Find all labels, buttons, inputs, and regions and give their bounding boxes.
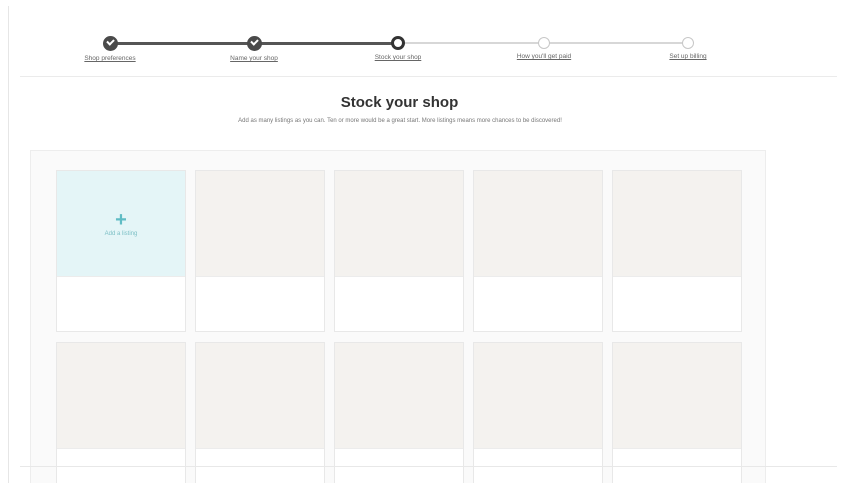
listing-card-footer [196, 277, 324, 331]
listing-placeholder-card [195, 342, 325, 483]
listing-placeholder-card [334, 170, 464, 332]
listing-card-footer [57, 277, 185, 331]
step-set-up-billing[interactable]: Set up billing [628, 34, 748, 60]
listing-card-footer [613, 277, 741, 331]
page-subtitle: Add as many listings as you can. Ten or … [238, 118, 562, 124]
step-label[interactable]: Name your shop [194, 55, 314, 62]
listing-image-placeholder [335, 343, 463, 449]
add-listing-card[interactable]: + Add a listing [56, 170, 186, 332]
listing-card-footer [474, 277, 602, 331]
listing-image-placeholder [613, 343, 741, 449]
listing-placeholder-card [473, 342, 603, 483]
listing-image-placeholder [474, 171, 602, 277]
header-divider [20, 76, 837, 77]
step-label[interactable]: How you'll get paid [484, 53, 604, 60]
step-label[interactable]: Stock your shop [338, 54, 458, 61]
plus-icon: + [115, 208, 127, 231]
add-listing-label: Add a listing [104, 230, 138, 237]
listing-card-footer [335, 277, 463, 331]
listing-placeholder-card [612, 170, 742, 332]
listing-placeholder-card [473, 170, 603, 332]
step-how-youll-get-paid[interactable]: How you'll get paid [484, 34, 604, 60]
listing-image-placeholder [335, 171, 463, 277]
check-icon [246, 36, 262, 51]
progress-stepper: Shop preferences Name your shop Stock yo… [62, 34, 742, 68]
step-label[interactable]: Set up billing [628, 53, 748, 60]
listing-image-placeholder [57, 343, 185, 449]
listing-placeholder-card [612, 342, 742, 483]
check-icon [102, 36, 118, 51]
listing-placeholder-card [195, 170, 325, 332]
page-title: Stock your shop [340, 94, 459, 111]
step-label[interactable]: Shop preferences [50, 55, 170, 62]
step-stock-your-shop[interactable]: Stock your shop [338, 34, 458, 61]
empty-circle-icon [682, 37, 694, 49]
listing-grid: + Add a listing [56, 170, 742, 483]
listing-image-placeholder [196, 171, 324, 277]
listing-image-placeholder [474, 343, 602, 449]
add-listing-button[interactable]: + Add a listing [57, 171, 185, 277]
bottom-divider [20, 466, 837, 467]
current-step-icon [391, 36, 405, 50]
listing-placeholder-card [56, 342, 186, 483]
empty-circle-icon [538, 37, 550, 49]
step-shop-preferences[interactable]: Shop preferences [50, 34, 170, 62]
listing-placeholder-card [334, 342, 464, 483]
listing-image-placeholder [613, 171, 741, 277]
listing-image-placeholder [196, 343, 324, 449]
step-name-your-shop[interactable]: Name your shop [194, 34, 314, 62]
